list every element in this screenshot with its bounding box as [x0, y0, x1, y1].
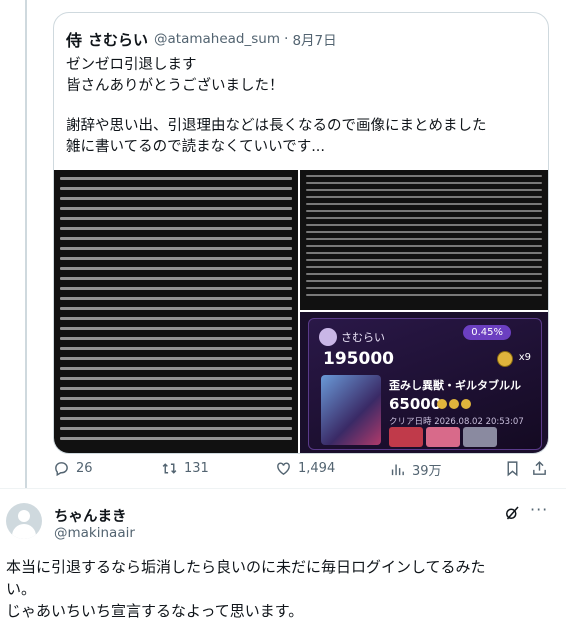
- bookmark-icon: [507, 461, 518, 477]
- team-portraits: [389, 427, 497, 447]
- player-avatar: [319, 328, 337, 346]
- reply-text: 本当に引退するなら垢消したら良いのに未だに毎日ログインしてるみた い。 じゃあい…: [6, 556, 551, 622]
- quote-line: 謝辞や思い出、引退理由などは長くなるので画像にまとめました: [66, 118, 487, 134]
- text-image-1[interactable]: [54, 170, 298, 453]
- quote-line: 皆さんありがとうございました！: [66, 78, 284, 94]
- coin-icon: [497, 351, 513, 367]
- share-button[interactable]: [531, 460, 548, 477]
- quote-text: ゼンゼロ引退します 皆さんありがとうございました！ 謝辞や思い出、引退理由などは…: [66, 55, 536, 158]
- grok-icon[interactable]: [503, 504, 521, 522]
- avatar[interactable]: [6, 503, 42, 539]
- game-panel: さむらい 0.45% 195000 x9 歪みし異獣・ギルタブルル 65000 …: [308, 318, 542, 450]
- reply-button[interactable]: 26: [53, 460, 93, 477]
- text-image-2[interactable]: [300, 170, 548, 310]
- reply-icon: [55, 462, 68, 477]
- retweet-count: 131: [184, 461, 209, 476]
- like-icon: [277, 462, 290, 476]
- more-icon[interactable]: ···: [530, 500, 548, 519]
- reply-line: い。: [6, 580, 37, 598]
- separator-dot: ·: [284, 31, 289, 47]
- tweet-divider: [0, 488, 566, 489]
- quote-line: ゼンゼロ引退します: [66, 57, 197, 73]
- thread-line: [25, 0, 27, 488]
- player-name: さむらい: [341, 331, 385, 344]
- reply-author-name[interactable]: ちゃんまき: [54, 505, 127, 526]
- star-badges: [437, 399, 471, 409]
- quoted-tweet[interactable]: 侍 さむらい @atamahead_sum · 8月7日 ゼンゼロ引退します 皆…: [53, 12, 549, 454]
- reply-count: 26: [76, 461, 93, 476]
- multiplier: x9: [518, 352, 531, 363]
- image-grid: さむらい 0.45% 195000 x9 歪みし異獣・ギルタブルル 65000 …: [54, 170, 548, 453]
- boss-portrait: [321, 375, 381, 445]
- reply-line: じゃあいちいち宣言するなよって思います。: [6, 602, 304, 620]
- views-icon: [391, 464, 404, 476]
- total-score: 195000: [323, 349, 394, 369]
- boss-score: 65000: [389, 395, 442, 413]
- quote-line: 雑に書いてるので読まなくていいです...: [66, 139, 326, 155]
- quote-header: 侍 さむらい @atamahead_sum · 8月7日: [66, 27, 337, 51]
- rank-rate: 0.45%: [463, 325, 511, 340]
- author-name[interactable]: さむらい: [88, 29, 148, 50]
- author-logo: 侍: [66, 31, 83, 50]
- clear-date: クリア日時 2026.08.02 20:53:07: [389, 417, 524, 427]
- action-bar: 26 131 1,494 39万: [53, 458, 547, 480]
- share-icon: [533, 461, 546, 475]
- bookmark-button[interactable]: [504, 460, 521, 477]
- like-button[interactable]: 1,494: [275, 460, 335, 477]
- view-count: 39万: [412, 464, 442, 479]
- boss-name: 歪みし異獣・ギルタブルル: [389, 379, 521, 392]
- post-date[interactable]: 8月7日: [292, 29, 336, 49]
- retweet-button[interactable]: 131: [161, 460, 209, 477]
- reply-line: 本当に引退するなら垢消したら良いのに未だに毎日ログインしてるみた: [6, 558, 486, 576]
- reply-author-handle[interactable]: @makinaair: [54, 525, 135, 541]
- like-count: 1,494: [298, 461, 336, 476]
- views-button[interactable]: 39万: [389, 460, 442, 479]
- author-handle[interactable]: @atamahead_sum: [154, 31, 280, 47]
- retweet-icon: [162, 463, 177, 474]
- game-screenshot-image[interactable]: さむらい 0.45% 195000 x9 歪みし異獣・ギルタブルル 65000 …: [300, 312, 548, 453]
